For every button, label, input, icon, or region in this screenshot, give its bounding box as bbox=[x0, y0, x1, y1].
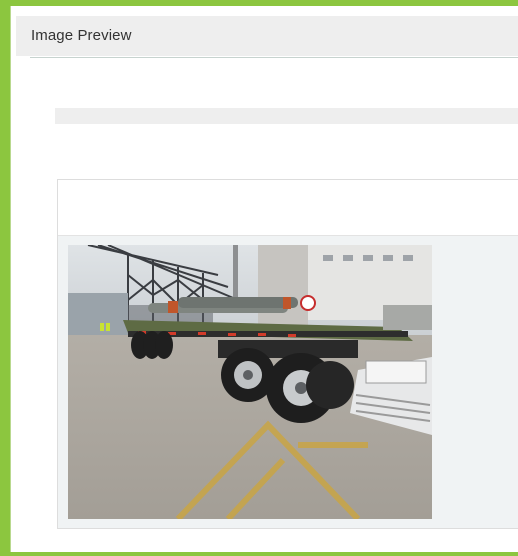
flatbed-trailer-photo-icon bbox=[68, 245, 432, 519]
header-divider bbox=[30, 57, 518, 58]
image-card-body bbox=[58, 236, 518, 528]
image-card-header bbox=[58, 180, 518, 236]
preview-image[interactable] bbox=[68, 245, 432, 519]
image-card bbox=[57, 179, 518, 529]
loading-placeholder-bar bbox=[55, 108, 518, 124]
preview-frame: Image Preview bbox=[0, 0, 518, 556]
panel-header: Image Preview bbox=[16, 16, 518, 56]
panel-title: Image Preview bbox=[31, 27, 132, 44]
